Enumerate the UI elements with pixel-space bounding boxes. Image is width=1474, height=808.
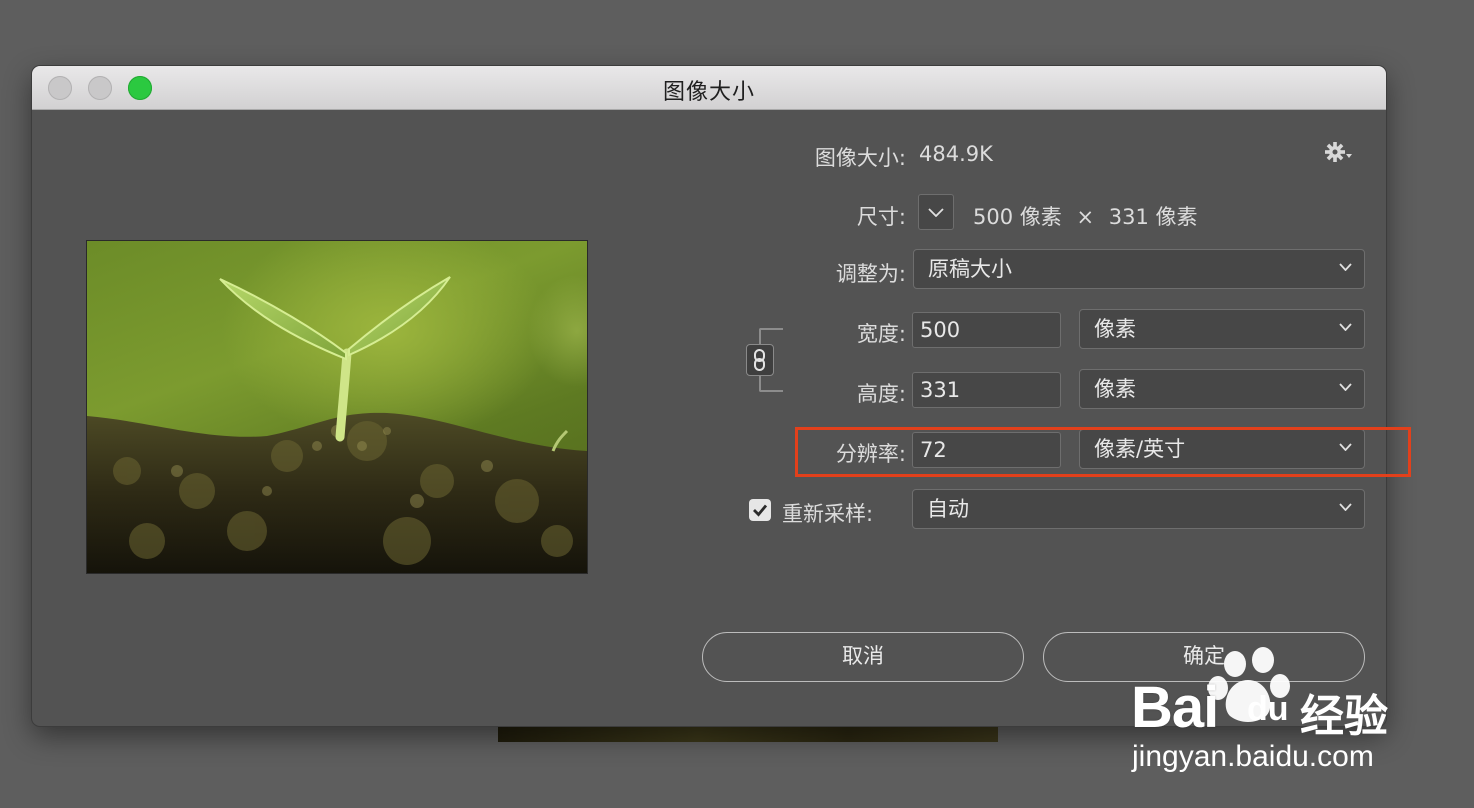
height-unit-select[interactable]: 像素 xyxy=(1079,369,1365,409)
height-label: 高度: xyxy=(856,382,906,406)
chevron-down-icon xyxy=(928,208,944,217)
height-input[interactable]: 331 xyxy=(912,372,1061,408)
width-unit-select[interactable]: 像素 xyxy=(1079,309,1365,349)
dimension-width-value: 500 xyxy=(973,205,1014,229)
width-unit-value: 像素 xyxy=(1094,317,1136,341)
seedling-photo-graphic xyxy=(87,276,587,573)
resample-label: 重新采样: xyxy=(782,502,874,526)
width-label: 宽度: xyxy=(856,322,906,346)
dimension-height-unit: 像素 xyxy=(1155,205,1198,229)
chevron-down-icon xyxy=(1339,323,1352,331)
chevron-down-icon xyxy=(1339,383,1352,391)
dimensions-unit-dropdown[interactable] xyxy=(918,194,954,230)
fit-to-label: 调整为: xyxy=(835,262,906,286)
watermark-bai-text: Bai xyxy=(1131,675,1219,740)
resample-checkbox[interactable] xyxy=(749,499,771,521)
dimension-width-unit: 像素 xyxy=(1019,205,1062,229)
dialog-title: 图像大小 xyxy=(662,80,755,105)
resolution-highlight-annotation xyxy=(795,427,1411,477)
dimension-separator: × xyxy=(1076,205,1095,229)
resample-method-value: 自动 xyxy=(927,497,969,521)
watermark-url: jingyan.baidu.com xyxy=(1132,740,1374,773)
dimension-height-value: 331 xyxy=(1108,205,1149,229)
watermark-du-text: du xyxy=(1247,690,1289,728)
chain-link-icon[interactable] xyxy=(746,344,774,376)
image-size-dialog: 图像大小 图像大小: 484.9K 尺寸: 500 像素 × 331 像素 调整… xyxy=(32,66,1386,726)
dimensions-label: 尺寸: xyxy=(856,205,906,229)
chevron-down-icon xyxy=(1339,263,1352,271)
chevron-down-icon xyxy=(1339,503,1352,511)
title-bar: 图像大小 xyxy=(32,66,1386,110)
chain-link-glyph xyxy=(754,349,765,371)
gear-dropdown-icon[interactable] xyxy=(1324,140,1354,166)
resample-method-select[interactable]: 自动 xyxy=(912,489,1365,529)
image-preview[interactable] xyxy=(86,240,588,574)
width-input[interactable]: 500 xyxy=(912,312,1061,348)
fit-to-value: 原稿大小 xyxy=(928,257,1012,281)
height-unit-value: 像素 xyxy=(1094,377,1136,401)
image-size-value: 484.9K xyxy=(919,142,993,166)
image-size-label: 图像大小: xyxy=(814,146,906,170)
dimensions-readout: 500 像素 × 331 像素 xyxy=(973,201,1198,231)
watermark-jingyan-text: 经验 xyxy=(1300,691,1388,742)
checkmark-icon xyxy=(753,504,768,517)
fit-to-select[interactable]: 原稿大小 xyxy=(913,249,1365,289)
cancel-button[interactable]: 取消 xyxy=(702,632,1024,682)
